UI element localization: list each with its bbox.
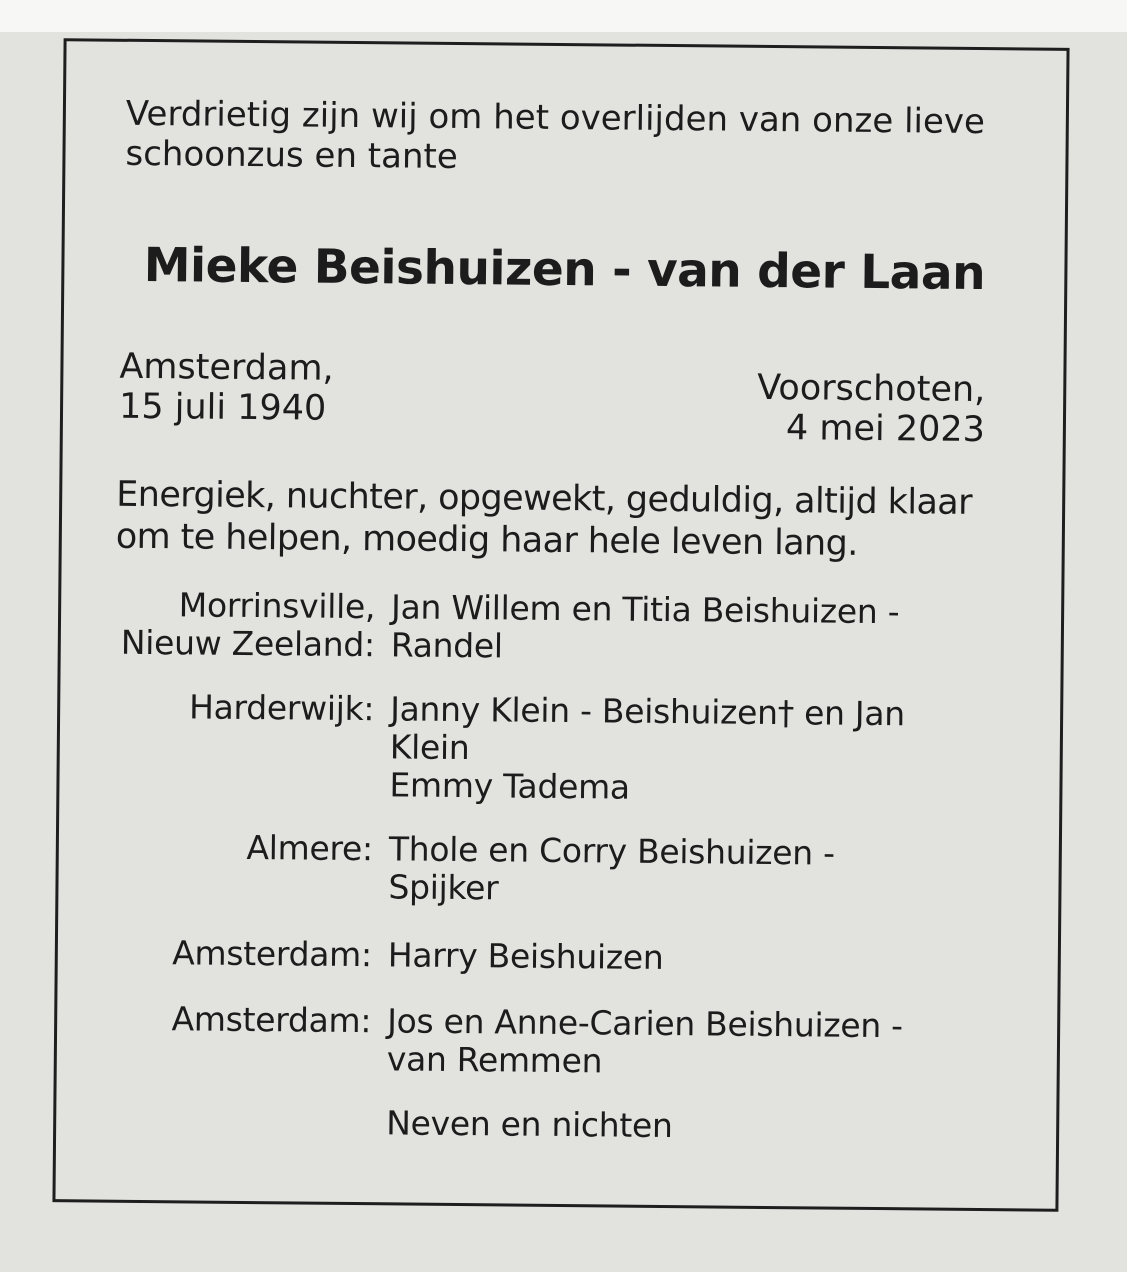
death-place: Voorschoten, — [756, 367, 986, 411]
family-place-line: Amsterdam: — [172, 933, 373, 975]
death-info: Voorschoten, 4 mei 2023 — [756, 367, 986, 451]
notice-content: Verdrietig zijn wij om het overlijden va… — [55, 41, 1066, 1209]
family-place-line: Amsterdam: — [171, 999, 372, 1041]
family-place: Harderwijk: — [60, 687, 390, 728]
family-entry: Harderwijk: Janny Klein - Beishuizen† en… — [59, 687, 1060, 811]
family-place: Morrinsville, Nieuw Zeeland: — [61, 585, 392, 664]
family-names: Jos en Anne-Carien Beishuizen - van Remm… — [386, 1001, 1058, 1084]
death-notice: Verdrietig zijn wij om het overlijden va… — [52, 38, 1070, 1212]
deceased-name: Mieke Beishuizen - van der Laan — [143, 237, 986, 302]
family-names: Neven en nichten — [386, 1103, 1056, 1148]
family-names: Harry Beishuizen — [387, 935, 1058, 980]
paper-top-edge — [0, 0, 1127, 32]
family-place — [56, 1101, 386, 1104]
family-place-line: Nieuw Zeeland: — [120, 622, 375, 665]
family-name-line: Spijker — [388, 867, 499, 908]
family-place: Amsterdam: — [57, 999, 387, 1040]
family-entry: Morrinsville, Nieuw Zeeland: Jan Willem … — [61, 585, 1062, 671]
family-place: Almere: — [59, 827, 389, 868]
family-place: Amsterdam: — [58, 933, 388, 974]
family-name-line: Neven en nichten — [386, 1103, 673, 1146]
family-name-line: Emmy Tadema — [389, 765, 631, 807]
family-names: Thole en Corry Beishuizen - Spijker — [388, 829, 1059, 912]
family-entry: Amsterdam: Jos en Anne-Carien Beishuizen… — [57, 999, 1058, 1085]
family-name-line: van Remmen — [386, 1039, 603, 1081]
family-place-line: Morrinsville, — [178, 585, 376, 627]
family-list: Morrinsville, Nieuw Zeeland: Jan Willem … — [56, 585, 1061, 1149]
birth-place: Amsterdam, — [119, 346, 334, 389]
family-name-line: Randel — [390, 625, 503, 666]
death-date: 4 mei 2023 — [785, 408, 986, 451]
family-place-line: Almere: — [246, 827, 374, 869]
family-name-line: Harry Beishuizen — [387, 935, 664, 977]
birth-date: 15 juli 1940 — [118, 386, 327, 429]
birth-info: Amsterdam, 15 juli 1940 — [119, 347, 334, 429]
family-entry: Almere: Thole en Corry Beishuizen - Spij… — [58, 827, 1059, 913]
family-names: Jan Willem en Titia Beishuizen - Randel — [390, 587, 1062, 670]
intro-text: Verdrietig zijn wij om het overlijden va… — [125, 94, 1026, 183]
family-entry: Neven en nichten — [56, 1101, 1056, 1149]
family-place-line: Harderwijk: — [188, 687, 375, 729]
tribute-line: om te helpen, moedig haar hele leven lan… — [115, 516, 858, 564]
tribute-text: Energiek, nuchter, opgewekt, geduldig, a… — [116, 474, 1017, 567]
family-names: Janny Klein - Beishuizen† en Jan Klein E… — [389, 689, 1060, 810]
family-entry: Amsterdam: Harry Beishuizen — [58, 933, 1058, 981]
family-name-line: Janny Klein - Beishuizen† en Jan — [389, 689, 906, 734]
